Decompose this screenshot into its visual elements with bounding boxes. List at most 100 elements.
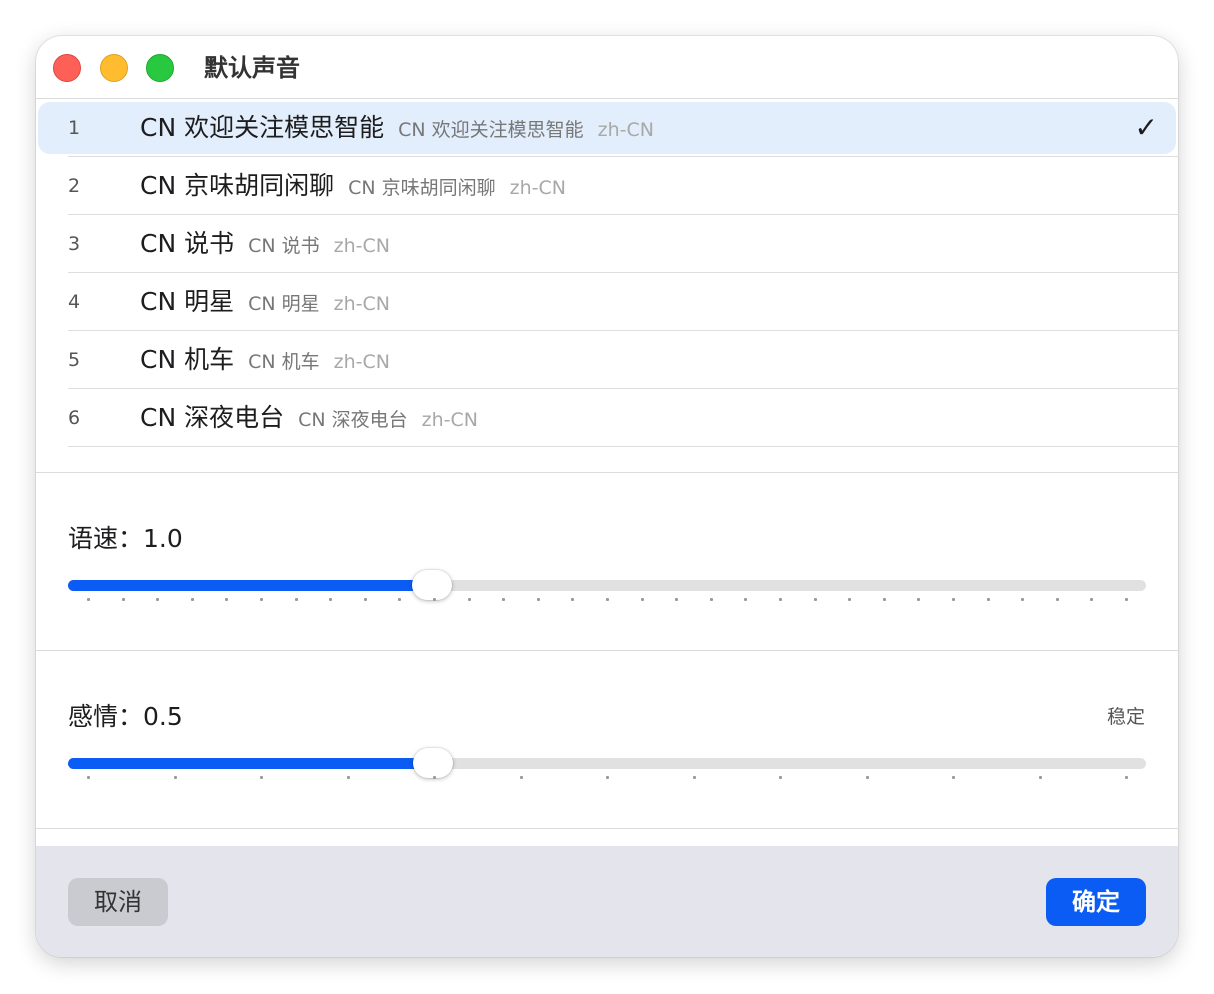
slider-tick — [917, 598, 921, 601]
voice-text: CN 欢迎关注模思智能 CN 欢迎关注模思智能 zh-CN — [140, 111, 654, 148]
slider-tick — [467, 598, 471, 601]
speed-label: 语速：1.0 — [68, 524, 183, 553]
slider-tick — [121, 598, 125, 601]
voice-language: zh-CN — [333, 351, 390, 373]
row-separator — [68, 446, 1178, 447]
voice-language: zh-CN — [333, 293, 390, 315]
slider-tick — [1038, 776, 1042, 779]
voice-name: CN 明星 — [140, 287, 235, 316]
checkmark-icon: ✓ — [1134, 111, 1158, 144]
voice-name: CN 说书 — [140, 229, 235, 258]
emotion-slider-thumb[interactable] — [413, 748, 454, 778]
voice-row[interactable]: 5 CN 机车 CN 机车 zh-CN — [36, 331, 1178, 389]
voice-index: 3 — [68, 233, 81, 255]
slider-tick — [536, 598, 540, 601]
voice-language: zh-CN — [333, 235, 390, 257]
emotion-slider[interactable] — [68, 748, 1146, 778]
voice-text: CN 机车 CN 机车 zh-CN — [140, 343, 390, 380]
voice-text: CN 深夜电台 CN 深夜电台 zh-CN — [140, 401, 478, 438]
slider-tick — [1055, 598, 1059, 601]
window-title: 默认声音 — [204, 54, 300, 82]
slider-tick — [675, 598, 679, 601]
voice-name: CN 京味胡同闲聊 — [140, 171, 335, 200]
close-button[interactable] — [53, 54, 81, 82]
slider-tick — [640, 598, 644, 601]
slider-tick — [519, 776, 523, 779]
title-bar: 默认声音 — [36, 36, 1178, 99]
emotion-slider-fill — [68, 758, 434, 769]
slider-tick — [848, 598, 852, 601]
slider-tick — [433, 598, 436, 601]
voice-row[interactable]: 4 CN 明星 CN 明星 zh-CN — [36, 273, 1178, 331]
voice-row[interactable]: 2 CN 京味胡同闲聊 CN 京味胡同闲聊 zh-CN — [36, 157, 1178, 215]
voice-subtitle: CN 深夜电台 — [298, 409, 408, 431]
slider-tick — [502, 598, 506, 601]
slider-tick — [398, 598, 402, 601]
emotion-section: 感情：0.5 稳定 — [36, 651, 1178, 828]
voice-text: CN 说书 CN 说书 zh-CN — [140, 227, 390, 264]
slider-tick — [606, 598, 609, 601]
slider-tick — [1090, 598, 1094, 601]
dialog-window: 默认声音 1 CN 欢迎关注模思智能 CN 欢迎关注模思智能 zh-CN ✓ 2 CN 京味… — [36, 36, 1178, 957]
slider-tick — [571, 598, 575, 601]
slider-tick — [260, 598, 263, 601]
dialog-footer: 取消 确定 — [36, 846, 1178, 957]
speed-section: 语速：1.0 — [36, 473, 1178, 650]
slider-tick — [692, 776, 696, 779]
voice-index: 2 — [68, 175, 81, 197]
emotion-label: 感情：0.5 — [68, 702, 183, 731]
speed-slider-fill — [68, 580, 433, 591]
voice-row[interactable]: 3 CN 说书 CN 说书 zh-CN — [36, 215, 1178, 273]
voice-language: zh-CN — [421, 409, 478, 431]
slider-tick — [294, 598, 298, 601]
voice-language: zh-CN — [597, 119, 654, 141]
slider-tick — [779, 776, 782, 779]
slider-tick — [865, 776, 869, 779]
speed-slider-thumb[interactable] — [412, 570, 453, 600]
voice-index: 5 — [68, 349, 81, 371]
slider-tick — [173, 776, 177, 779]
slider-tick — [363, 598, 367, 601]
section-divider — [36, 828, 1178, 829]
emotion-ticks — [68, 776, 1146, 780]
slider-tick — [433, 776, 436, 779]
voice-row[interactable]: 6 CN 深夜电台 CN 深夜电台 zh-CN — [36, 389, 1178, 447]
slider-tick — [779, 598, 782, 601]
voice-language: zh-CN — [509, 177, 566, 199]
voice-name: CN 机车 — [140, 345, 235, 374]
slider-tick — [882, 598, 886, 601]
slider-tick — [986, 598, 990, 601]
slider-tick — [952, 598, 955, 601]
voice-subtitle: CN 京味胡同闲聊 — [348, 177, 496, 199]
voice-row[interactable]: 1 CN 欢迎关注模思智能 CN 欢迎关注模思智能 zh-CN ✓ — [36, 99, 1178, 157]
slider-tick — [1021, 598, 1025, 601]
ok-button[interactable]: 确定 — [1046, 878, 1146, 926]
slider-tick — [87, 776, 90, 779]
minimize-button[interactable] — [100, 54, 128, 82]
voice-name: CN 欢迎关注模思智能 — [140, 113, 385, 142]
voice-text: CN 京味胡同闲聊 CN 京味胡同闲聊 zh-CN — [140, 169, 566, 206]
voice-text: CN 明星 CN 明星 zh-CN — [140, 285, 390, 322]
slider-tick — [744, 598, 748, 601]
slider-tick — [260, 776, 263, 779]
voice-name: CN 深夜电台 — [140, 403, 285, 432]
zoom-button[interactable] — [146, 54, 174, 82]
slider-tick — [156, 598, 160, 601]
cancel-button[interactable]: 取消 — [68, 878, 168, 926]
slider-tick — [1125, 776, 1128, 779]
speed-ticks — [68, 598, 1146, 602]
slider-tick — [813, 598, 817, 601]
voice-subtitle: CN 明星 — [248, 293, 320, 315]
slider-tick — [346, 776, 350, 779]
slider-tick — [190, 598, 194, 601]
speed-slider[interactable] — [68, 570, 1146, 600]
slider-tick — [606, 776, 609, 779]
voice-index: 4 — [68, 291, 81, 313]
slider-tick — [709, 598, 713, 601]
slider-tick — [1125, 598, 1128, 601]
voice-subtitle: CN 说书 — [248, 235, 320, 257]
slider-tick — [952, 776, 955, 779]
voice-subtitle: CN 欢迎关注模思智能 — [398, 119, 584, 141]
voice-index: 6 — [68, 407, 81, 429]
slider-tick — [329, 598, 333, 601]
